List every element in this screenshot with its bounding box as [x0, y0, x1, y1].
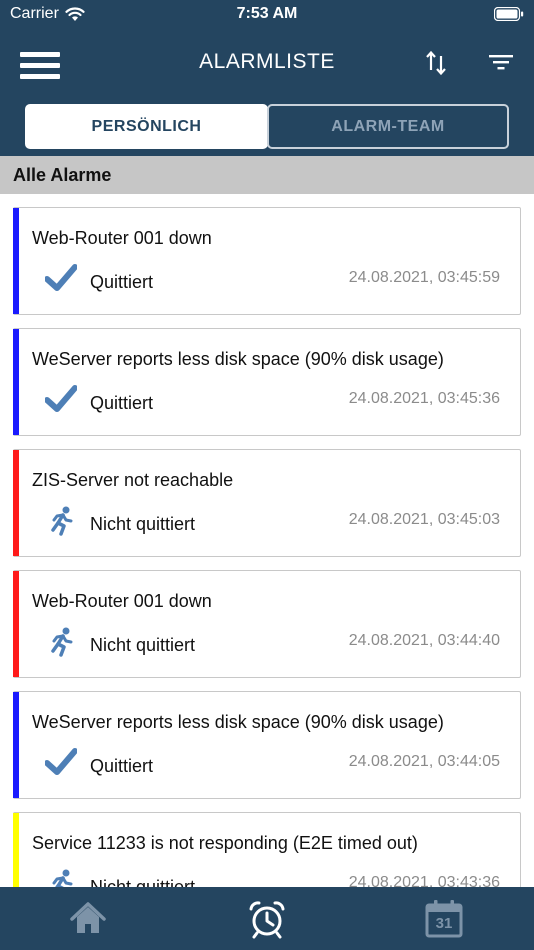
alarm-title: WeServer reports less disk space (90% di…: [32, 349, 444, 369]
calendar-icon[interactable]: 31: [424, 899, 464, 939]
battery-icon: [494, 7, 524, 21]
severity-bar: [13, 329, 19, 435]
clock: 7:53 AM: [236, 5, 298, 22]
alarm-timestamp: 24.08.2021, 03:44:40: [348, 632, 500, 649]
alarm-timestamp: 24.08.2021, 03:45:59: [348, 269, 500, 286]
section-header: Alle Alarme: [0, 156, 534, 194]
alarm-status: Nicht quittiert: [90, 877, 196, 887]
segmented-control: PERSÖNLICH ALARM-TEAM: [0, 98, 534, 156]
filter-icon[interactable]: [488, 52, 514, 72]
severity-bar: [13, 692, 19, 798]
checkmark-icon: [45, 385, 77, 412]
calendar-day-label: 31: [435, 915, 453, 932]
severity-bar: [13, 813, 19, 887]
alarm-card[interactable]: WeServer reports less disk space (90% di…: [13, 691, 521, 799]
alarm-title: Web-Router 001 down: [32, 228, 212, 248]
checkmark-icon: [45, 748, 77, 775]
running-person-icon: [52, 869, 73, 887]
page-title: ALARMLISTE: [199, 50, 335, 73]
alarm-card[interactable]: WeServer reports less disk space (90% di…: [13, 328, 521, 436]
segment-personal[interactable]: PERSÖNLICH: [25, 104, 268, 149]
alarm-timestamp: 24.08.2021, 03:45:36: [348, 390, 500, 407]
alarm-timestamp: 24.08.2021, 03:43:36: [348, 874, 500, 887]
alarm-title: Web-Router 001 down: [32, 591, 212, 611]
severity-bar: [13, 208, 19, 314]
alarm-timestamp: 24.08.2021, 03:44:05: [348, 753, 500, 770]
alarm-timestamp: 24.08.2021, 03:45:03: [348, 511, 500, 528]
alarm-list[interactable]: Web-Router 001 down Quittiert 24.08.2021…: [0, 194, 534, 887]
alarm-title: Service 11233 is not responding (E2E tim…: [32, 833, 418, 853]
home-icon[interactable]: [68, 899, 108, 939]
severity-bar: [13, 450, 19, 556]
status-bar: Carrier 7:53 AM: [0, 0, 534, 30]
segment-alarm-team[interactable]: ALARM-TEAM: [267, 104, 509, 149]
alarm-title: ZIS-Server not reachable: [32, 470, 234, 490]
checkmark-icon: [45, 264, 77, 291]
alarm-card[interactable]: Service 11233 is not responding (E2E tim…: [13, 812, 521, 887]
alarm-status: Quittiert: [90, 393, 154, 413]
running-person-icon: [51, 506, 73, 536]
running-person-icon: [51, 627, 73, 657]
severity-bar: [13, 571, 19, 677]
alarm-status: Nicht quittiert: [90, 514, 196, 534]
alarm-card[interactable]: ZIS-Server not reachable Nicht quittiert…: [13, 449, 521, 557]
sort-arrows-icon[interactable]: [424, 50, 448, 76]
navigation-bar: ALARMLISTE: [0, 30, 534, 98]
alarm-card[interactable]: Web-Router 001 down Quittiert 24.08.2021…: [13, 207, 521, 315]
alarm-status: Quittiert: [90, 756, 154, 776]
tab-bar: 31: [0, 887, 534, 950]
alarm-card[interactable]: Web-Router 001 down Nicht quittiert 24.0…: [13, 570, 521, 678]
alarm-clock-icon[interactable]: [247, 899, 287, 939]
alarm-status: Quittiert: [90, 272, 154, 292]
alarm-title: WeServer reports less disk space (90% di…: [32, 712, 444, 732]
alarm-status: Nicht quittiert: [90, 635, 196, 655]
